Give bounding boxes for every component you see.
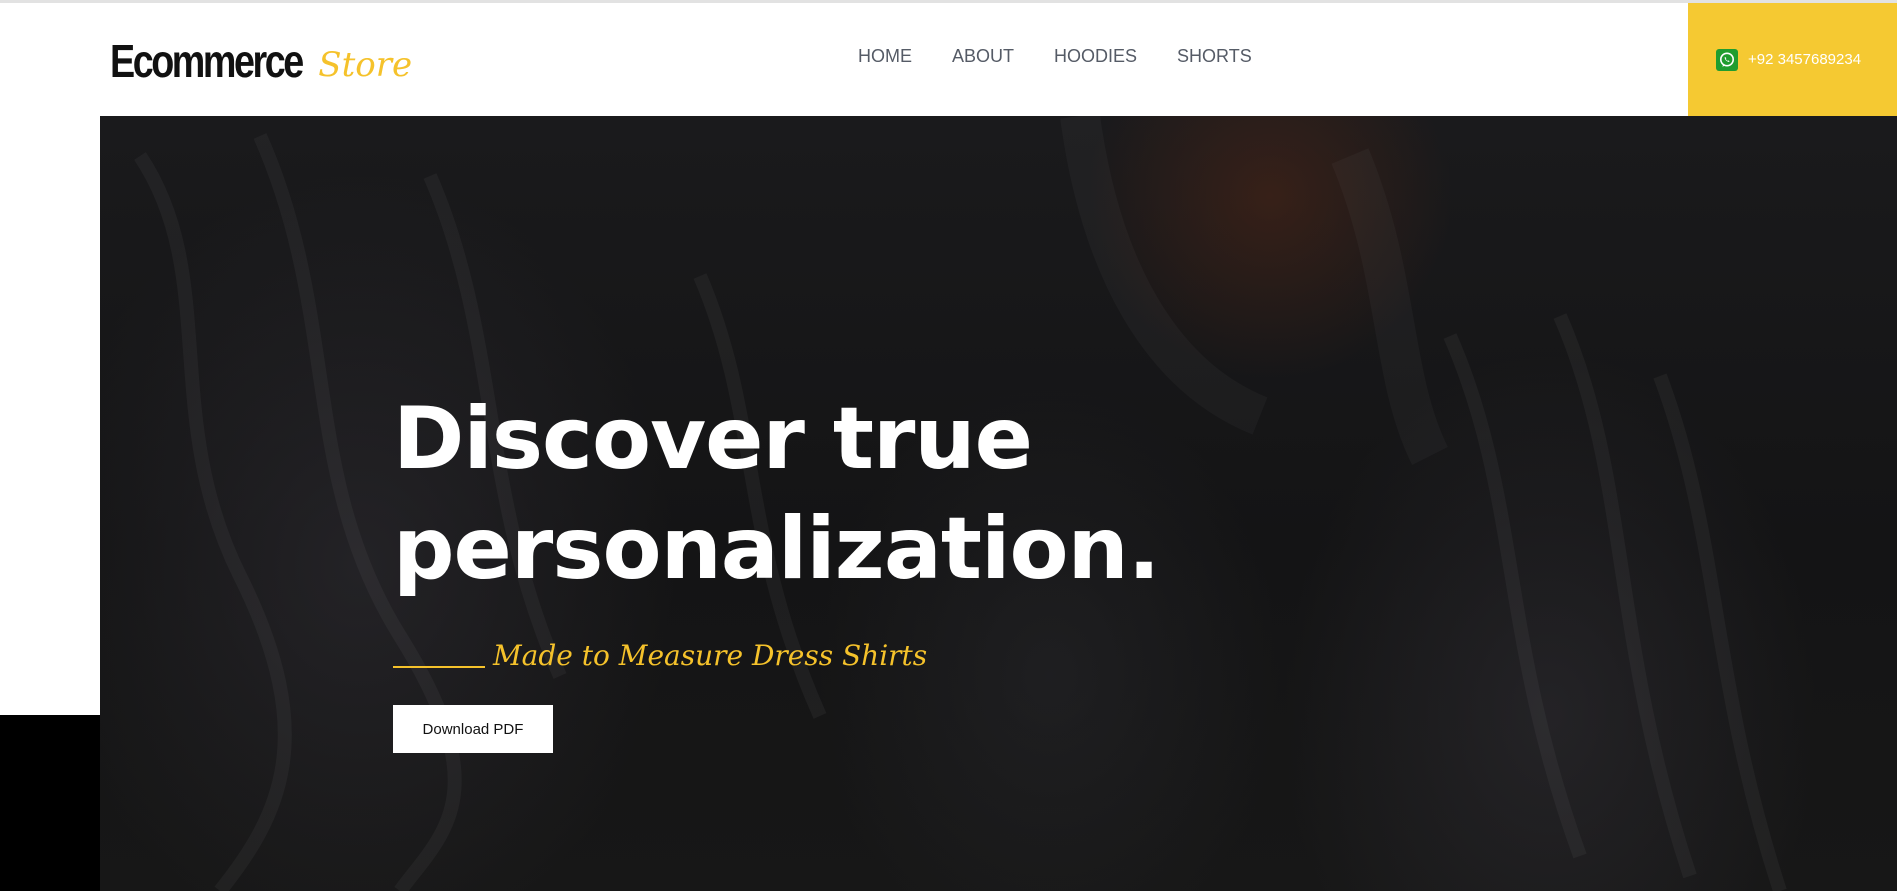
phone-number: +92 3457689234 [1748, 51, 1862, 68]
hero-banner: Discover true personalization. Made to M… [100, 116, 1897, 891]
nav-home[interactable]: HOME [858, 43, 912, 69]
hero-tagline: Made to Measure Dress Shirts [493, 639, 928, 672]
nav-shorts[interactable]: SHORTS [1177, 43, 1252, 69]
tagline-rule [393, 666, 485, 668]
hero-title-line-2: personalization. [393, 499, 1160, 599]
left-dark-block [0, 715, 100, 891]
logo-accent-text: Store [318, 45, 413, 85]
logo-wordmark: Ecommerce [110, 35, 304, 87]
hero-title: Discover true personalization. [393, 384, 1293, 604]
site-logo[interactable]: Ecommerce Store [110, 33, 412, 89]
download-pdf-button[interactable]: Download PDF [393, 705, 553, 753]
site-header: Ecommerce Store HOME ABOUT HOODIES SHORT… [0, 3, 1897, 116]
main-nav: HOME ABOUT HOODIES SHORTS [858, 43, 1292, 69]
nav-hoodies[interactable]: HOODIES [1054, 43, 1137, 69]
hero-title-line-1: Discover true [393, 389, 1033, 489]
whatsapp-icon [1716, 49, 1738, 71]
phone-contact[interactable]: +92 3457689234 [1688, 3, 1897, 116]
nav-about[interactable]: ABOUT [952, 43, 1014, 69]
